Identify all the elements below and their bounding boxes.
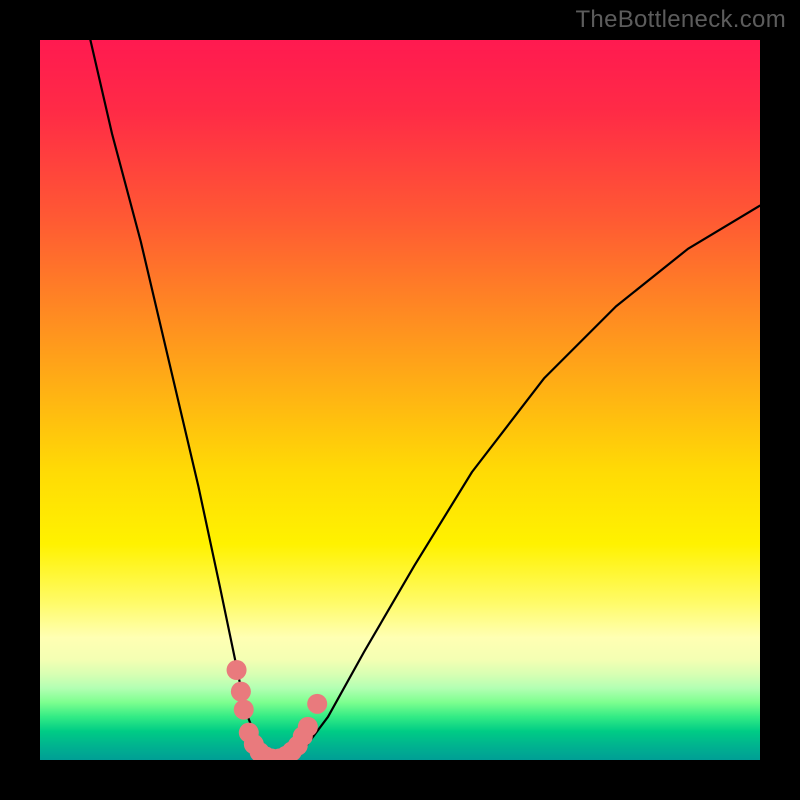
chart-frame: TheBottleneck.com [0, 0, 800, 800]
watermark-label: TheBottleneck.com [575, 6, 786, 34]
plot-background-gradient [40, 40, 760, 760]
